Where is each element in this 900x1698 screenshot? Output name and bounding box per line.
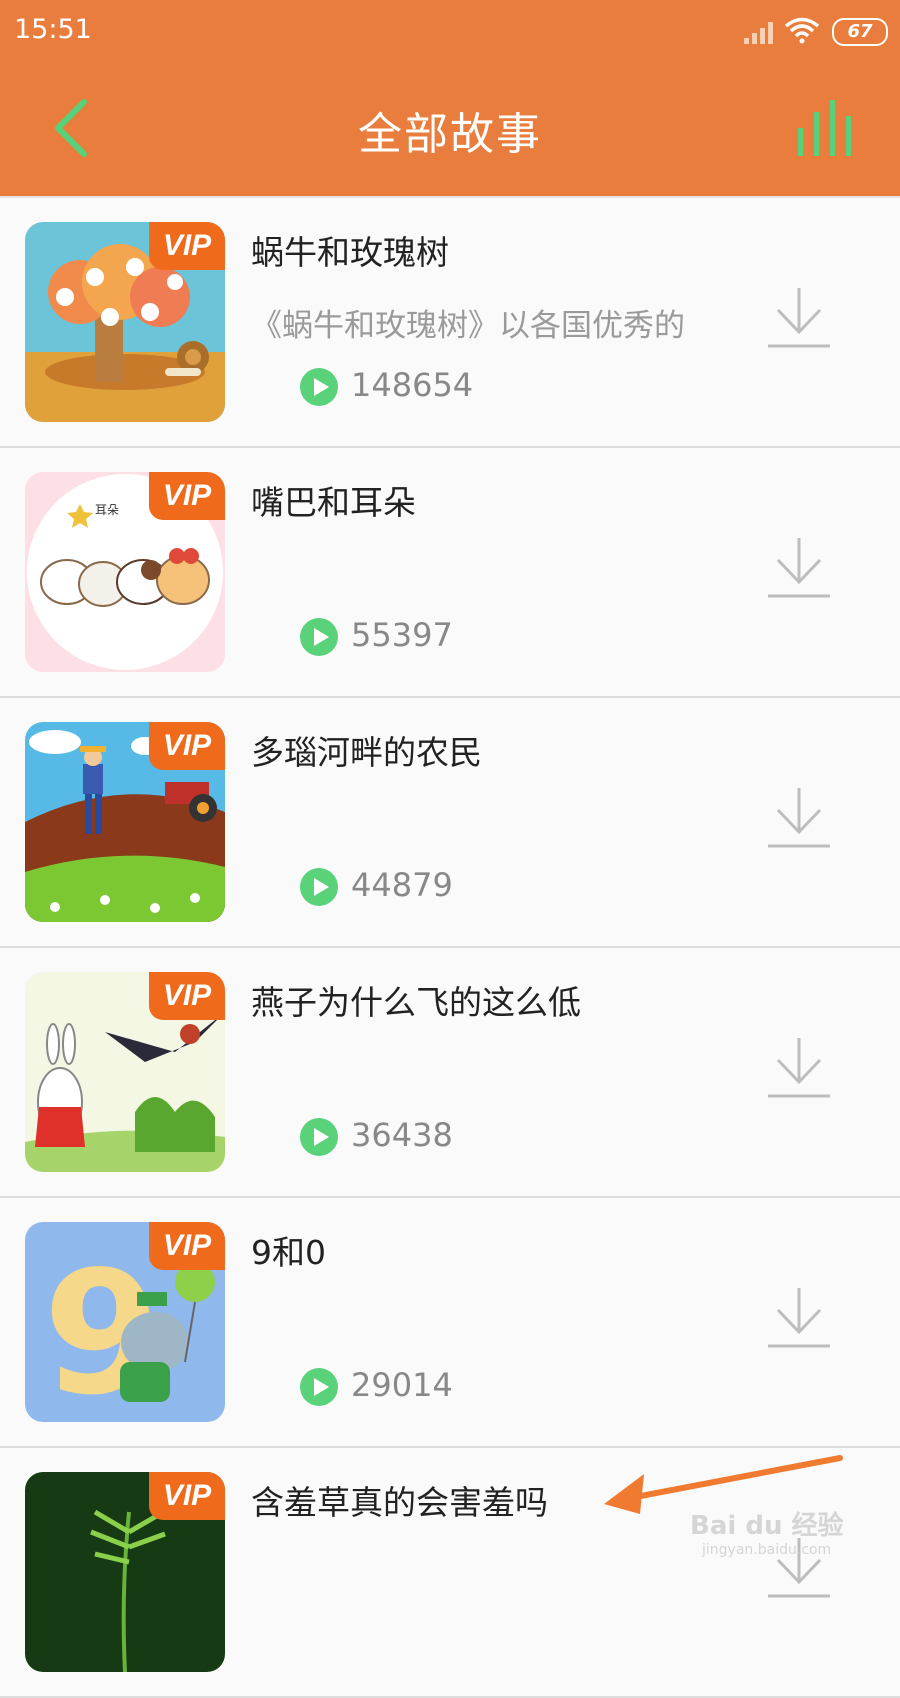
vip-badge: VIP (149, 722, 225, 770)
story-cover: VIP (25, 222, 225, 422)
play-count-value: 55397 (351, 616, 453, 654)
story-cover: 9 VIP (25, 1222, 225, 1422)
download-button[interactable] (764, 284, 834, 354)
story-title: 嘴巴和耳朵 (251, 483, 416, 522)
story-title: 多瑙河畔的农民 (251, 733, 482, 772)
story-item[interactable]: 9 VIP 9和0 29014 (0, 1198, 900, 1448)
play-icon (300, 368, 338, 406)
download-icon (768, 1038, 830, 1098)
app-header: 15:51 67 全部故事 (0, 0, 900, 196)
story-title: 9和0 (251, 1233, 326, 1272)
signal-icon (744, 22, 773, 44)
watermark-url: jingyan.baidu.com (702, 1542, 832, 1558)
battery-indicator: 67 (832, 18, 888, 46)
vip-badge: VIP (149, 972, 225, 1020)
download-icon (768, 538, 830, 598)
download-icon (768, 788, 830, 848)
play-icon (300, 618, 338, 656)
cover-caption: 耳朵 (95, 503, 119, 517)
play-count-value: 36438 (351, 1116, 453, 1154)
story-item[interactable]: VIP 蜗牛和玫瑰树 《蜗牛和玫瑰树》以各国优秀的 148654 (0, 196, 900, 448)
equalizer-icon (798, 100, 851, 156)
play-icon (300, 1118, 338, 1156)
download-button[interactable] (764, 534, 834, 604)
play-count-value: 44879 (351, 866, 453, 904)
page-title: 全部故事 (358, 109, 542, 160)
status-time: 15:51 (14, 14, 92, 45)
now-playing-button[interactable] (796, 98, 860, 158)
vip-badge: VIP (149, 1222, 225, 1270)
story-cover: VIP (25, 722, 225, 922)
story-description: 《蜗牛和玫瑰树》以各国优秀的 (251, 308, 685, 344)
story-title: 含羞草真的会害羞吗 (251, 1483, 548, 1522)
play-count-value: 29014 (351, 1366, 453, 1404)
story-item[interactable]: 耳朵 VIP 嘴巴和耳朵 55397 (0, 448, 900, 698)
play-icon (300, 1368, 338, 1406)
download-button[interactable] (764, 784, 834, 854)
story-cover: 耳朵 VIP (25, 472, 225, 672)
download-icon (768, 288, 830, 348)
story-cover: VIP (25, 972, 225, 1172)
story-item[interactable]: VIP 多瑙河畔的农民 44879 (0, 698, 900, 948)
play-count-value: 148654 (351, 366, 474, 404)
story-item[interactable]: VIP 燕子为什么飞的这么低 36438 (0, 948, 900, 1198)
download-icon (768, 1288, 830, 1348)
wifi-icon (784, 17, 820, 44)
play-icon (300, 868, 338, 906)
watermark: Bai du 经验 jingyan.baidu.com (690, 1505, 844, 1558)
story-cover: VIP (25, 1472, 225, 1672)
download-button[interactable] (764, 1034, 834, 1104)
status-icons: 67 (728, 14, 888, 48)
watermark-brand: Bai du 经验 (690, 1511, 844, 1541)
story-title: 蜗牛和玫瑰树 (251, 233, 449, 272)
vip-badge: VIP (149, 472, 225, 520)
vip-badge: VIP (149, 222, 225, 270)
download-button[interactable] (764, 1284, 834, 1354)
story-title: 燕子为什么飞的这么低 (251, 983, 581, 1022)
vip-badge: VIP (149, 1472, 225, 1520)
